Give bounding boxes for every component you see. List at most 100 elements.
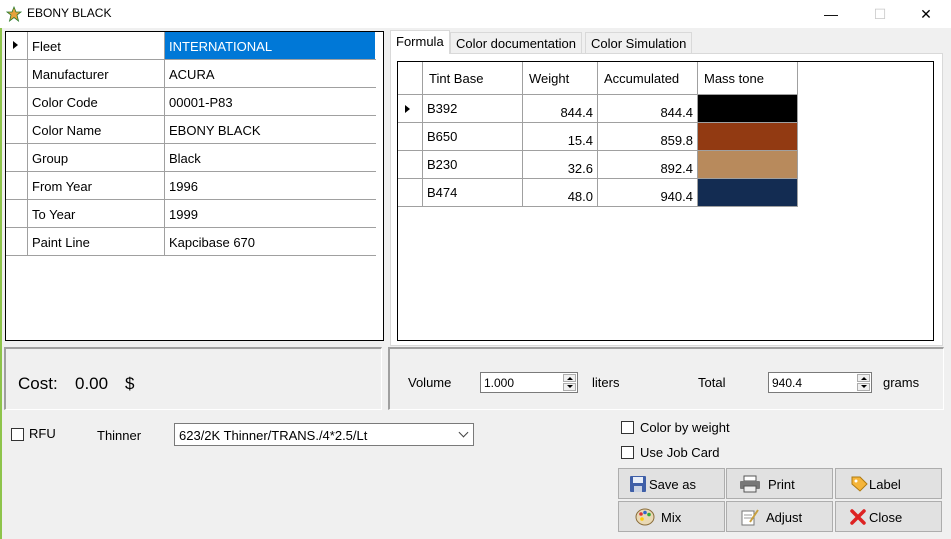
property-row-fleet[interactable]: Fleet INTERNATIONAL [6,32,376,60]
rfu-checkbox[interactable] [11,428,24,441]
total-up-button[interactable] [857,374,870,382]
use-job-card-checkbox[interactable] [621,446,634,459]
label-button-label: Label [869,477,901,492]
volume-value[interactable]: 1.000 [484,376,514,390]
cell-mass-tone-swatch[interactable] [698,179,798,207]
total-stepper[interactable]: 940.4 [768,372,872,393]
cell-tint-base[interactable]: B392 [423,95,523,123]
column-header-weight[interactable]: Weight [523,62,598,95]
close-button[interactable]: Close [835,501,942,532]
color-properties-grid[interactable]: Fleet INTERNATIONAL Manufacturer ACURA C… [5,31,384,341]
thinner-dropdown[interactable]: 623/2K Thinner/TRANS./4*2.5/Lt [174,423,474,446]
property-name: From Year [32,179,92,194]
cell-weight[interactable]: 844.4 [523,95,598,123]
cell-tint-base[interactable]: B650 [423,123,523,151]
cell-accumulated[interactable]: 859.8 [598,123,698,151]
property-value-to-year[interactable]: 1999 [164,200,375,227]
property-value-from-year[interactable]: 1996 [164,172,375,199]
property-row-color-code[interactable]: Color Code 00001-P83 [6,88,376,116]
row-header[interactable] [398,123,423,151]
volume-label: Volume [408,375,452,390]
minimize-button[interactable]: — [808,0,854,28]
cell-tint-base[interactable]: B474 [423,179,523,207]
column-header-accumulated[interactable]: Accumulated [598,62,698,95]
property-value-group[interactable]: Black [164,144,375,171]
chevron-down-icon[interactable] [458,427,469,438]
total-value[interactable]: 940.4 [772,376,802,390]
row-header[interactable] [6,60,28,87]
label-button[interactable]: Label [835,468,942,499]
cell-weight[interactable]: 32.6 [523,151,598,179]
column-header-mass-tone[interactable]: Mass tone [698,62,798,95]
cell-weight[interactable]: 48.0 [523,179,598,207]
row-header[interactable] [6,228,28,255]
close-label: Close [869,510,903,525]
cell-mass-tone-swatch[interactable] [698,123,798,151]
property-value-color-code[interactable]: 00001-P83 [164,88,375,115]
property-value-color-name[interactable]: EBONY BLACK [164,116,375,143]
volume-down-button[interactable] [563,383,576,391]
use-job-card-label[interactable]: Use Job Card [640,445,719,460]
row-header[interactable] [6,200,28,227]
row-header[interactable] [6,172,28,199]
cell-accumulated[interactable]: 844.4 [598,95,698,123]
cost-currency: $ [125,374,135,393]
property-value-fleet[interactable]: INTERNATIONAL [164,32,375,59]
print-button[interactable]: Print [726,468,833,499]
property-name: Fleet [32,39,61,54]
thinner-label: Thinner [97,428,142,443]
volume-up-button[interactable] [563,374,576,382]
save-as-label: Save as [649,477,696,492]
cost-label: Cost: [18,374,58,393]
cell-mass-tone-swatch[interactable] [698,95,798,123]
property-value-manufacturer[interactable]: ACURA [164,60,375,87]
property-row-manufacturer[interactable]: Manufacturer ACURA [6,60,376,88]
tab-color-simulation[interactable]: Color Simulation [585,32,693,53]
cell-tint-base[interactable]: B230 [423,151,523,179]
title-bar: EBONY BLACK — ☐ ✕ [0,0,951,28]
window-title: EBONY BLACK [27,6,112,20]
property-value-paint-line[interactable]: Kapcibase 670 [164,228,375,255]
current-row-arrow-icon [13,41,18,49]
maximize-button: ☐ [873,6,887,22]
cost-panel [4,347,382,410]
cell-accumulated[interactable]: 892.4 [598,151,698,179]
color-by-weight-checkbox[interactable] [621,421,634,434]
property-name: Manufacturer [32,67,109,82]
volume-stepper[interactable]: 1.000 [480,372,578,393]
property-row-group[interactable]: Group Black [6,144,376,172]
cell-accumulated[interactable]: 940.4 [598,179,698,207]
property-row-paint-line[interactable]: Paint Line Kapcibase 670 [6,228,376,256]
cell-mass-tone-swatch[interactable] [698,151,798,179]
close-window-button[interactable]: ✕ [903,0,949,28]
save-as-button[interactable]: Save as [618,468,725,499]
formula-grid[interactable]: Tint Base Weight Accumulated Mass tone B… [397,61,934,341]
row-header[interactable] [398,179,423,207]
row-header[interactable] [6,144,28,171]
mix-button[interactable]: Mix [618,501,725,532]
row-header[interactable] [6,88,28,115]
color-by-weight-label[interactable]: Color by weight [640,420,730,435]
total-down-button[interactable] [857,383,870,391]
print-label: Print [768,477,795,492]
cell-weight[interactable]: 15.4 [523,123,598,151]
current-row-arrow-icon [405,105,410,113]
property-name: Color Code [32,95,98,110]
total-label: Total [698,375,726,390]
cost-value: 0.00 [75,374,109,393]
property-row-to-year[interactable]: To Year 1999 [6,200,376,228]
printer-icon [740,475,760,493]
column-header-tint-base[interactable]: Tint Base [423,62,523,95]
row-header[interactable] [398,151,423,179]
total-unit: grams [883,375,920,390]
adjust-button[interactable]: Adjust [726,501,833,532]
property-row-color-name[interactable]: Color Name EBONY BLACK [6,116,376,144]
tab-color-documentation[interactable]: Color documentation [450,32,582,53]
property-row-from-year[interactable]: From Year 1996 [6,172,376,200]
tab-formula[interactable]: Formula [390,30,450,54]
row-header[interactable] [398,95,423,123]
row-header[interactable] [6,116,28,143]
thinner-selected-value[interactable]: 623/2K Thinner/TRANS./4*2.5/Lt [179,428,367,443]
rfu-label[interactable]: RFU [29,426,56,441]
row-header[interactable] [6,32,28,59]
